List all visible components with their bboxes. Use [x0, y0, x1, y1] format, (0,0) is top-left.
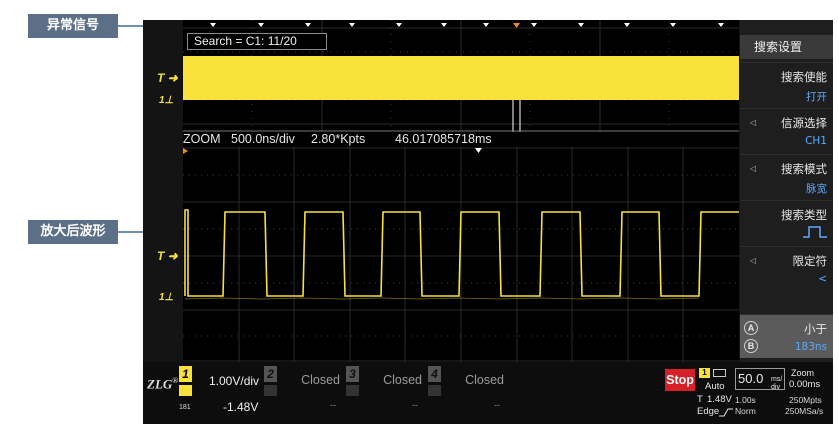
channel-status: Closed: [465, 373, 504, 387]
zlg-logo: ZLG®: [147, 376, 179, 392]
menu-item-search-mode[interactable]: ◁ 搜索模式 脉宽: [740, 154, 833, 198]
channel-number: 2: [264, 366, 277, 382]
run-stop-button[interactable]: Stop: [665, 369, 695, 391]
trigger-type: Edge: [697, 406, 720, 417]
coupling-icon: [179, 385, 192, 396]
memory-depth: 250Mpts: [789, 395, 822, 405]
overview-channel-marker: 1⊥: [159, 95, 174, 106]
zoom-timescale: 500.0ns/div: [231, 132, 295, 146]
coupling-icon: [264, 385, 277, 396]
positive-pulse-icon: [803, 226, 827, 238]
overview-window[interactable]: Search = C1: 11/20: [183, 20, 739, 132]
zoom-label: Zoom: [791, 368, 815, 378]
menu-item-less-than[interactable]: A B 小于 183ns: [740, 314, 833, 358]
menu-item-search-enable[interactable]: 搜索使能 打开: [740, 62, 833, 106]
overview-trigger-marker: T ➜: [157, 71, 178, 85]
zoom-time: 46.017085718ms: [395, 132, 492, 146]
status-bar: ZLG® 1 181 1.00V/div -1.48V 2 Closed -- …: [143, 362, 833, 424]
menu-item-value: CH1: [805, 135, 827, 147]
channel-offset: -1.48V: [223, 400, 259, 414]
trigger-level: 1.48V: [707, 394, 732, 405]
zoom-header: ZOOM 500.0ns/div 2.80*Kpts 46.017085718m…: [183, 132, 739, 146]
zoom-window[interactable]: [183, 146, 739, 362]
search-result-box: Search = C1: 11/20: [187, 33, 327, 50]
channel-2-panel[interactable]: 2 Closed --: [264, 366, 344, 418]
menu-item-label: 搜索模式: [781, 162, 827, 176]
left-arrow-icon: ◁: [750, 118, 757, 127]
left-arrow-icon: ◁: [750, 164, 757, 173]
left-arrow-icon: ◁: [750, 256, 757, 265]
zoom-offset: 0.00ms: [789, 379, 821, 390]
callout-abnormal-signal: 异常信号: [28, 14, 118, 38]
menu-title: 搜索设置: [740, 35, 833, 59]
channel-value: --: [494, 400, 500, 410]
rising-edge-icon: [719, 408, 733, 417]
channel-volts-div: 1.00V/div: [209, 374, 260, 388]
waveform-display[interactable]: Search = C1: 11/20 ZOOM 500.0ns/div 2.80…: [183, 20, 739, 362]
menu-item-value: 打开: [806, 91, 827, 103]
knob-b-icon: B: [744, 339, 758, 353]
trigger-source: 1: [699, 368, 710, 378]
knob-a-icon: A: [744, 321, 758, 335]
menu-item-label: 信源选择: [781, 116, 827, 130]
acquisition-mode: Norm: [735, 406, 756, 416]
trigger-panel[interactable]: 1 Auto T 1.48V Edge: [697, 368, 733, 418]
channel-status: Closed: [301, 373, 340, 387]
timebase-value: 50.0 ms/ div: [735, 368, 785, 391]
channel-4-panel[interactable]: 4 Closed --: [428, 366, 508, 418]
sample-rate: 250MSa/s: [785, 406, 824, 416]
menu-item-label: 搜索使能: [781, 70, 827, 84]
channel-number: 1: [179, 366, 192, 382]
channel-1-panel[interactable]: 1 181 1.00V/div -1.48V: [179, 366, 261, 418]
zoom-points: 2.80*Kpts: [311, 132, 366, 146]
menu-item-qualifier[interactable]: ◁ 限定符 <: [740, 246, 833, 290]
search-event-markers: [210, 23, 724, 27]
trigger-coupling-icon: [713, 369, 726, 377]
menu-item-label: 小于: [804, 322, 827, 336]
menu-item-label: 限定符: [792, 254, 828, 268]
channel-number: 4: [428, 366, 441, 382]
channel-status: Closed: [383, 373, 422, 387]
menu-item-value: 183ns: [794, 341, 827, 353]
bandwidth-label: 181: [179, 404, 191, 411]
search-settings-menu: 搜索设置 搜索使能 打开 ◁ 信源选择 CH1 ◁ 搜索模式 脉宽 搜索类型 ◁…: [740, 20, 833, 362]
channel-3-panel[interactable]: 3 Closed --: [346, 366, 426, 418]
channel-value: --: [330, 400, 336, 410]
zoom-trigger-marker: T ➜: [157, 249, 178, 263]
coupling-icon: [428, 385, 441, 396]
zoom-title: ZOOM: [183, 132, 221, 146]
channel-value: --: [412, 400, 418, 410]
zoom-channel-marker: 1⊥: [159, 292, 174, 303]
menu-item-value: <: [818, 273, 827, 285]
channel-number: 3: [346, 366, 359, 382]
callout-zoomed-waveform: 放大后波形: [28, 220, 118, 244]
menu-item-label: 搜索类型: [781, 208, 827, 222]
oscilloscope-screen: T ➜ 1⊥ T ➜ 1⊥ Search = C1: 11/20 ZOOM 50…: [143, 20, 833, 424]
coupling-icon: [346, 385, 359, 396]
menu-item-source-select[interactable]: ◁ 信源选择 CH1: [740, 108, 833, 152]
record-time: 1.00s: [735, 395, 756, 405]
trigger-mode: Auto: [705, 381, 725, 392]
menu-item-value: 脉宽: [806, 183, 827, 195]
timebase-panel[interactable]: 50.0 ms/ div Zoom 0.00ms 1.00s 250Mpts N…: [735, 368, 832, 418]
menu-item-search-type[interactable]: 搜索类型: [740, 200, 833, 244]
trigger-label: T: [697, 394, 703, 405]
